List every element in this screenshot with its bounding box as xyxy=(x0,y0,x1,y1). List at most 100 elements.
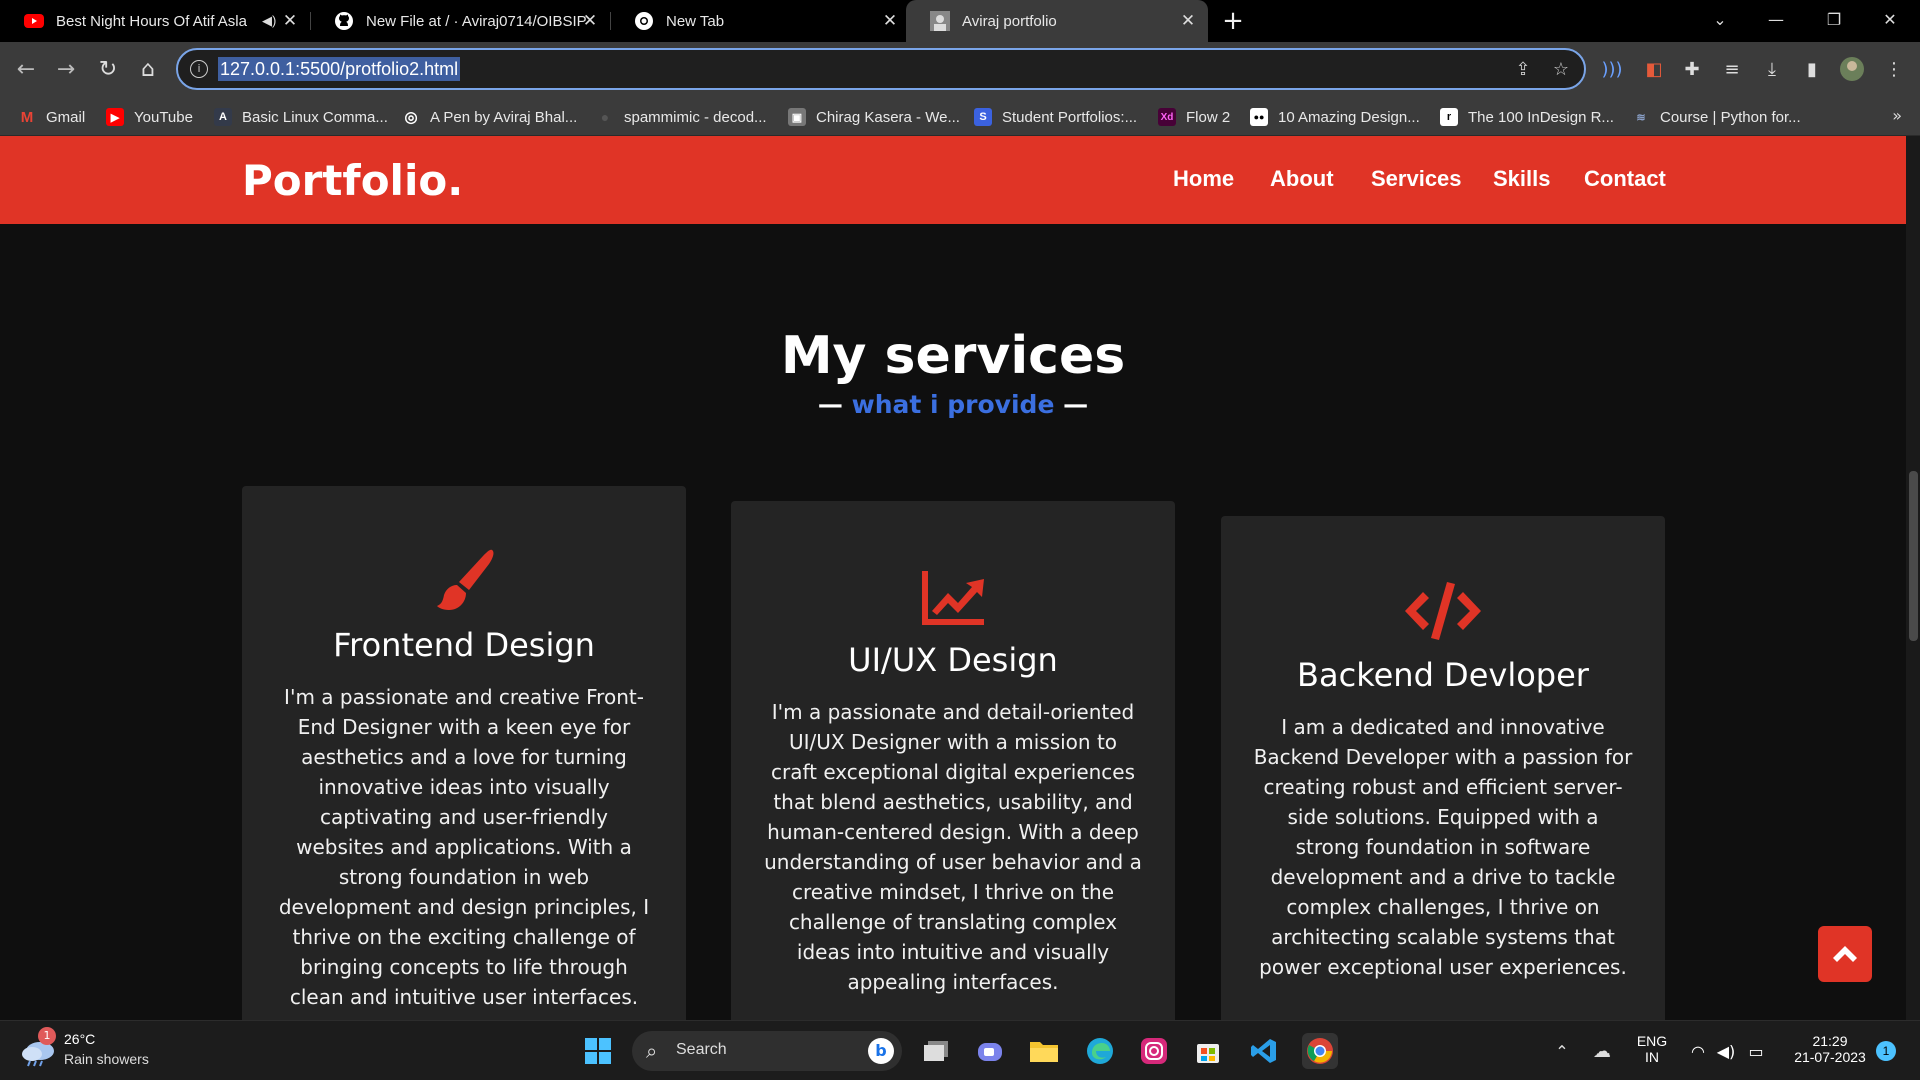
chart-line-icon xyxy=(731,561,1175,631)
profile-avatar[interactable] xyxy=(1838,56,1866,84)
address-bar[interactable]: i 127.0.0.1:5500/protfolio2.html ⇪ ☆ xyxy=(176,48,1586,90)
extension-icon[interactable]: ◧ xyxy=(1640,56,1668,84)
code-icon xyxy=(1221,576,1665,646)
subtitle-text: what i provide xyxy=(851,390,1055,419)
bookmark-label: YouTube xyxy=(134,108,193,126)
menu-kebab-icon[interactable]: ⋮ xyxy=(1880,56,1908,84)
bookmark-codepen[interactable]: ◎ A Pen by Aviraj Bhal... xyxy=(402,106,577,128)
search-label: Search xyxy=(676,1041,727,1058)
back-icon[interactable]: ← xyxy=(10,54,42,86)
reload-icon[interactable]: ↻ xyxy=(92,54,124,86)
close-tab-icon[interactable]: ✕ xyxy=(280,11,300,31)
weather-condition: Rain showers xyxy=(64,1051,149,1067)
nav-home[interactable]: Home xyxy=(1173,166,1234,192)
file-explorer-icon[interactable] xyxy=(1026,1033,1062,1069)
bookmark-gmail[interactable]: M Gmail xyxy=(18,106,85,128)
share-icon[interactable]: ⇪ xyxy=(1512,59,1534,81)
card-description: I'm a passionate and creative Front-End … xyxy=(278,685,650,1009)
chrome-icon xyxy=(634,11,654,31)
chevron-up-icon xyxy=(1833,946,1857,962)
search-icon: ⌕ xyxy=(646,1039,658,1063)
youtube-icon: ▶ xyxy=(106,108,124,126)
task-view-icon[interactable] xyxy=(918,1033,954,1069)
media-control-icon[interactable]: ≡ xyxy=(1718,56,1746,84)
vscode-icon[interactable] xyxy=(1246,1033,1282,1069)
clock-time: 21:29 xyxy=(1812,1033,1848,1049)
battery-icon[interactable]: ▭ xyxy=(1738,1033,1774,1069)
card-title: Frontend Design xyxy=(333,626,595,664)
bookmark-label: 10 Amazing Design... xyxy=(1278,108,1420,126)
bookmark-indesign[interactable]: r The 100 InDesign R... xyxy=(1440,106,1614,128)
extensions-puzzle-icon[interactable]: ✚ xyxy=(1678,56,1706,84)
language-code: ENG xyxy=(1636,1033,1668,1049)
clock[interactable]: 21:29 21-07-2023 xyxy=(1780,1033,1880,1065)
service-card-uiux: UI/UX Design I'm a passionate and detail… xyxy=(731,501,1175,1020)
scroll-to-top-button[interactable] xyxy=(1818,926,1872,982)
bookmark-python-course[interactable]: ≋ Course | Python for... xyxy=(1632,106,1800,128)
subtitle-dash-left: — xyxy=(817,390,843,419)
download-icon[interactable]: ⤓ xyxy=(1758,56,1786,84)
card-title: UI/UX Design xyxy=(848,641,1058,679)
bookmark-chirag-kasera[interactable]: ▣ Chirag Kasera - We... xyxy=(788,106,960,128)
minimize-icon[interactable]: — xyxy=(1752,0,1800,40)
new-tab-icon[interactable]: + xyxy=(1218,8,1248,34)
tab-search-chevron-icon[interactable]: ⌄ xyxy=(1696,0,1744,40)
bookmark-linux-commands[interactable]: A Basic Linux Comma... xyxy=(214,106,388,128)
bookmarks-bar: M Gmail ▶ YouTube A Basic Linux Comma...… xyxy=(0,98,1920,136)
nav-contact[interactable]: Contact xyxy=(1584,166,1666,192)
bookmarks-overflow-icon[interactable]: » xyxy=(1892,106,1902,125)
page-viewport: Portfolio. Home About Services Skills Co… xyxy=(0,136,1906,1020)
tab-youtube[interactable]: Best Night Hours Of Atif Asla ◀) ✕ xyxy=(0,0,310,42)
windows-taskbar: 1 26°C Rain showers ⌕ Search b ⌃ ☁ ENG I… xyxy=(0,1020,1920,1080)
bookmark-star-icon[interactable]: ☆ xyxy=(1550,59,1572,81)
youtube-icon xyxy=(24,11,44,31)
windows-start-icon[interactable] xyxy=(580,1033,616,1069)
bookmark-amazing-design[interactable]: ●● 10 Amazing Design... xyxy=(1250,106,1420,128)
course-icon: ≋ xyxy=(1636,111,1646,124)
scrollbar-thumb[interactable] xyxy=(1909,471,1918,641)
tab-new-tab[interactable]: New Tab ✕ xyxy=(610,0,910,42)
restore-icon[interactable]: ❐ xyxy=(1810,0,1858,40)
microsoft-store-icon[interactable] xyxy=(1190,1033,1226,1069)
weather-widget[interactable]: 1 26°C Rain showers xyxy=(20,1027,200,1073)
taskbar-search[interactable]: ⌕ Search b xyxy=(632,1031,902,1071)
instagram-icon[interactable] xyxy=(1136,1033,1172,1069)
side-panel-icon[interactable]: ▮ xyxy=(1798,56,1826,84)
github-icon xyxy=(334,11,354,31)
bookmark-flow-2[interactable]: Xd Flow 2 xyxy=(1158,106,1230,128)
card-title: Backend Devloper xyxy=(1297,656,1589,694)
service-card-frontend: Frontend Design I'm a passionate and cre… xyxy=(242,486,686,1020)
edge-browser-icon[interactable] xyxy=(1082,1033,1118,1069)
read-aloud-icon[interactable]: ))) xyxy=(1598,56,1626,84)
medium-icon: ●● xyxy=(1250,108,1268,126)
nav-about[interactable]: About xyxy=(1270,166,1334,192)
tray-chevron-up-icon[interactable]: ⌃ xyxy=(1544,1033,1580,1069)
nav-skills[interactable]: Skills xyxy=(1493,166,1550,192)
nav-services[interactable]: Services xyxy=(1371,166,1462,192)
teams-chat-icon[interactable] xyxy=(972,1033,1008,1069)
close-tab-icon[interactable]: ✕ xyxy=(880,11,900,31)
language-indicator[interactable]: ENG IN xyxy=(1632,1033,1672,1065)
clock-date: 21-07-2023 xyxy=(1794,1049,1866,1065)
site-logo[interactable]: Portfolio. xyxy=(242,156,463,205)
speaker-icon[interactable]: ◀) xyxy=(262,13,276,29)
close-window-icon[interactable]: ✕ xyxy=(1866,0,1914,40)
url-text[interactable]: 127.0.0.1:5500/protfolio2.html xyxy=(218,57,461,81)
weather-temperature: 26°C xyxy=(64,1031,96,1047)
onedrive-icon[interactable]: ☁ xyxy=(1584,1033,1620,1069)
page-scrollbar[interactable] xyxy=(1906,136,1920,1020)
tab-github[interactable]: New File at / · Aviraj0714/OIBSIP ✕ xyxy=(310,0,610,42)
bookmark-spammimic[interactable]: ● spammimic - decod... xyxy=(596,106,767,128)
close-tab-icon[interactable]: ✕ xyxy=(1178,11,1198,31)
chrome-taskbar-icon[interactable] xyxy=(1302,1033,1338,1069)
bookmark-youtube[interactable]: ▶ YouTube xyxy=(106,106,193,128)
bing-icon: b xyxy=(868,1038,894,1064)
home-icon[interactable]: ⌂ xyxy=(132,54,164,86)
site-info-icon[interactable]: i xyxy=(190,60,208,78)
bookmark-student-portfolios[interactable]: S Student Portfolios:... xyxy=(974,106,1137,128)
tab-aviraj-portfolio[interactable]: Aviraj portfolio ✕ xyxy=(906,0,1208,42)
notification-badge[interactable]: 1 xyxy=(1876,1041,1896,1061)
browser-tab-strip: Best Night Hours Of Atif Asla ◀) ✕ New F… xyxy=(0,0,1920,42)
close-tab-icon[interactable]: ✕ xyxy=(580,11,600,31)
forward-icon[interactable]: → xyxy=(50,54,82,86)
